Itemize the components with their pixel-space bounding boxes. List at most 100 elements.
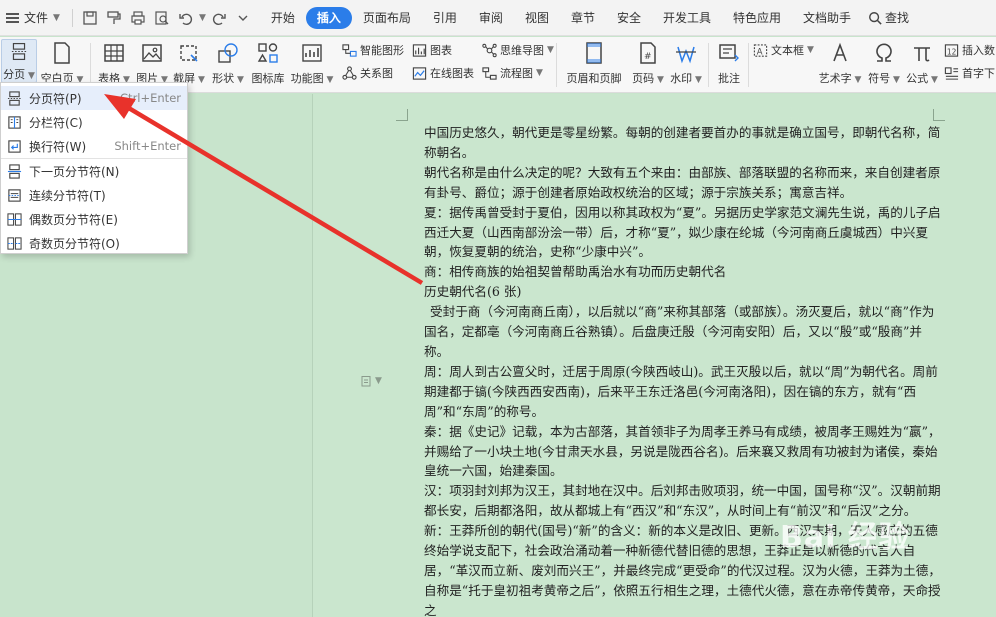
- page-break-dropdown: 分页符(P) Ctrl+Enter 分栏符(C) 换行符(W) Shift+En…: [0, 82, 188, 254]
- tab-doc-assistant[interactable]: 文档助手: [792, 7, 862, 29]
- screenshot-button[interactable]: 截屏 ▼: [171, 39, 207, 86]
- margin-mark: [396, 109, 408, 121]
- paragraph: 中国历史悠久，朝代更是零星纷繁。每朝的创建者要首办的事就是确立国号，即朝代名称，…: [424, 125, 941, 160]
- tab-features[interactable]: 特色应用: [722, 7, 792, 29]
- tab-security[interactable]: 安全: [606, 7, 652, 29]
- redo-icon[interactable]: [208, 7, 230, 29]
- menu-item-continuous-section[interactable]: 连续分节符(T): [1, 183, 187, 207]
- menu-item-even-page-section[interactable]: 偶数页分节符(E): [1, 207, 187, 231]
- symbol-button[interactable]: 符号 ▼: [866, 39, 902, 86]
- shape-button[interactable]: 形状 ▼: [210, 39, 246, 86]
- blank-page-icon: [54, 42, 70, 64]
- mind-map-icon: [482, 43, 497, 57]
- tab-references[interactable]: 引用: [422, 7, 468, 29]
- search-icon: [869, 11, 882, 25]
- paste-options-button[interactable]: ▼: [360, 375, 382, 387]
- svg-text:A: A: [757, 46, 763, 56]
- watermark-button[interactable]: 水印 ▼: [668, 39, 704, 86]
- chevron-down-icon: ▼: [928, 75, 938, 85]
- next-page-section-icon: [7, 163, 22, 179]
- chevron-down-icon: ▼: [547, 45, 554, 55]
- picture-button[interactable]: 图片 ▼: [134, 39, 170, 86]
- file-menu[interactable]: 文件 ▼: [0, 0, 66, 36]
- print-icon[interactable]: [127, 7, 149, 29]
- menu-item-column-break[interactable]: 分栏符(C): [1, 110, 187, 134]
- paragraph: 秦：据《史记》记载，本为古部落，其首领非子为周孝王养马有成绩，被周孝王赐姓为“嬴…: [424, 423, 941, 479]
- print-preview-icon[interactable]: [151, 7, 173, 29]
- more-icon[interactable]: [232, 7, 254, 29]
- flow-chart-button[interactable]: 流程图 ▼: [482, 65, 543, 81]
- chart-label: 图表: [430, 44, 452, 57]
- table-button[interactable]: 表格 ▼: [96, 39, 132, 86]
- page-break-button[interactable]: 分页 ▼: [1, 39, 37, 83]
- table-icon: [104, 44, 124, 62]
- file-menu-label: 文件: [24, 11, 49, 25]
- function-chart-button[interactable]: 功能图 ▼: [290, 39, 334, 86]
- tab-insert[interactable]: 插入: [305, 6, 352, 29]
- smart-art-icon: [342, 43, 357, 57]
- paragraph: 朝代名称是由什么决定的呢？大致有五个来由：由部族、部落联盟的名称而来，来自创建者…: [424, 164, 941, 200]
- menu-item-label: 下一页分节符(N): [29, 164, 120, 179]
- comment-label: 批注: [718, 72, 740, 85]
- line-break-icon: [8, 139, 21, 153]
- undo-icon[interactable]: [175, 7, 197, 29]
- menu-item-line-break[interactable]: 换行符(W) Shift+Enter: [1, 134, 187, 158]
- format-painter-icon[interactable]: [103, 7, 125, 29]
- drop-cap-button[interactable]: 首字下: [944, 65, 995, 81]
- menu-item-label: 偶数页分节符(E): [29, 212, 118, 227]
- online-chart-button[interactable]: 在线图表: [412, 65, 474, 81]
- chevron-down-icon: ▼: [234, 75, 244, 85]
- menu-item-odd-page-section[interactable]: 奇数页分节符(O): [1, 231, 187, 255]
- word-art-button[interactable]: 艺术字 ▼: [818, 39, 862, 86]
- watermark-icon: [676, 46, 696, 64]
- smart-art-button[interactable]: 智能图形: [342, 42, 404, 58]
- shape-label: 形状: [212, 72, 235, 85]
- chevron-down-icon: ▼: [323, 75, 334, 85]
- chart-button[interactable]: 图表: [412, 42, 452, 58]
- separator: [708, 43, 709, 87]
- menu-item-label: 分栏符(C): [29, 115, 83, 130]
- page-break-label: 分页: [3, 68, 26, 81]
- drop-cap-label: 首字下: [962, 67, 995, 80]
- icon-library-button[interactable]: 图标库: [250, 39, 286, 86]
- insert-number-label: 插入数: [962, 44, 995, 57]
- tab-view[interactable]: 视图: [514, 7, 560, 29]
- relation-chart-label: 关系图: [360, 67, 393, 80]
- insert-number-button[interactable]: 12 插入数: [944, 42, 995, 58]
- page-number-label: 页码: [632, 72, 655, 85]
- menu-item-next-page-section[interactable]: 下一页分节符(N): [1, 159, 187, 183]
- separator: [556, 43, 557, 87]
- mind-map-button[interactable]: 思维导图 ▼: [482, 42, 554, 58]
- flow-chart-label: 流程图: [500, 67, 533, 80]
- chevron-down-icon: ▼: [692, 75, 702, 85]
- text-box-button[interactable]: A 文本框 ▼: [753, 42, 814, 58]
- tab-developer[interactable]: 开发工具: [652, 7, 722, 29]
- odd-page-section-icon: [7, 236, 22, 250]
- relation-chart-button[interactable]: 关系图: [342, 65, 393, 81]
- watermark-label: 水印: [670, 72, 693, 85]
- paragraph: 受封于商（今河南商丘南），以后就以“商”来称其部落（或部族）。汤灭夏后，就以“商…: [424, 304, 935, 359]
- find-button[interactable]: 查找: [862, 9, 909, 26]
- blank-page-button[interactable]: 空白页 ▼: [40, 39, 84, 86]
- save-icon[interactable]: [79, 7, 101, 29]
- page-number-button[interactable]: # 页码 ▼: [630, 39, 666, 86]
- svg-text:#: #: [644, 52, 652, 62]
- page-number-icon: #: [640, 42, 656, 64]
- tab-page-layout[interactable]: 页面布局: [352, 7, 422, 29]
- tab-review[interactable]: 审阅: [468, 7, 514, 29]
- online-chart-icon: [412, 66, 427, 80]
- hamburger-icon: [6, 12, 19, 23]
- formula-button[interactable]: 公式 ▼: [904, 39, 940, 86]
- formula-label: 公式: [906, 72, 929, 85]
- chevron-down-icon: ▼: [807, 45, 814, 55]
- header-footer-button[interactable]: 页眉和页脚: [563, 39, 625, 86]
- comment-button[interactable]: 批注: [713, 39, 745, 86]
- undo-dropdown-icon[interactable]: ▼: [199, 13, 206, 23]
- chevron-down-icon: ▼: [890, 75, 900, 85]
- function-chart-label: 功能图: [290, 72, 324, 85]
- tab-section[interactable]: 章节: [560, 7, 606, 29]
- tab-home[interactable]: 开始: [260, 7, 306, 29]
- menu-item-page-break[interactable]: 分页符(P) Ctrl+Enter: [1, 86, 187, 110]
- screenshot-icon: [180, 45, 198, 62]
- header-footer-icon: [586, 42, 602, 64]
